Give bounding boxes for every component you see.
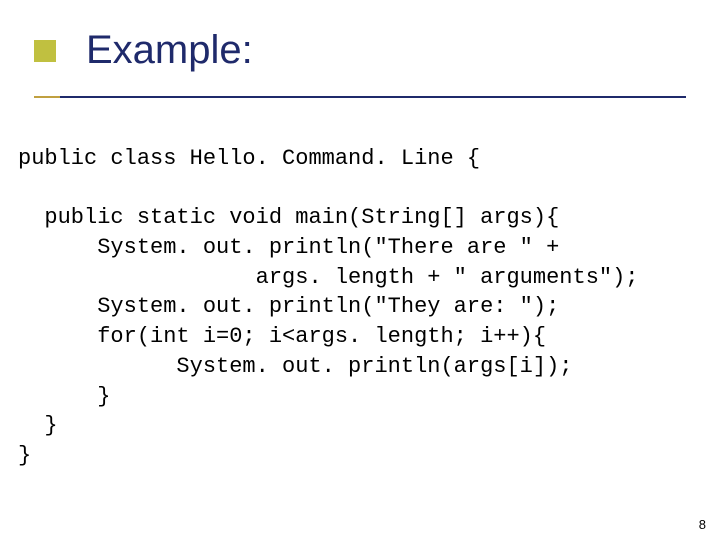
page-number: 8 [699, 517, 706, 532]
accent-square-icon [34, 40, 56, 62]
code-line: } [18, 413, 58, 438]
title-underline [34, 96, 686, 98]
slide-title: Example: [86, 28, 253, 73]
title-block: Example: [34, 34, 686, 106]
title-underline-accent [34, 96, 60, 98]
code-line: args. length + " arguments"); [18, 265, 639, 290]
code-line: System. out. println(args[i]); [18, 354, 573, 379]
code-line: public static void main(String[] args){ [18, 205, 559, 230]
code-line: } [18, 443, 31, 468]
code-example: public class Hello. Command. Line { publ… [18, 144, 639, 471]
slide: Example: public class Hello. Command. Li… [0, 0, 720, 540]
code-line: System. out. println("There are " + [18, 235, 559, 260]
code-line: for(int i=0; i<args. length; i++){ [18, 324, 546, 349]
code-line: System. out. println("They are: "); [18, 294, 559, 319]
code-line: } [18, 384, 110, 409]
code-line: public class Hello. Command. Line { [18, 146, 480, 171]
